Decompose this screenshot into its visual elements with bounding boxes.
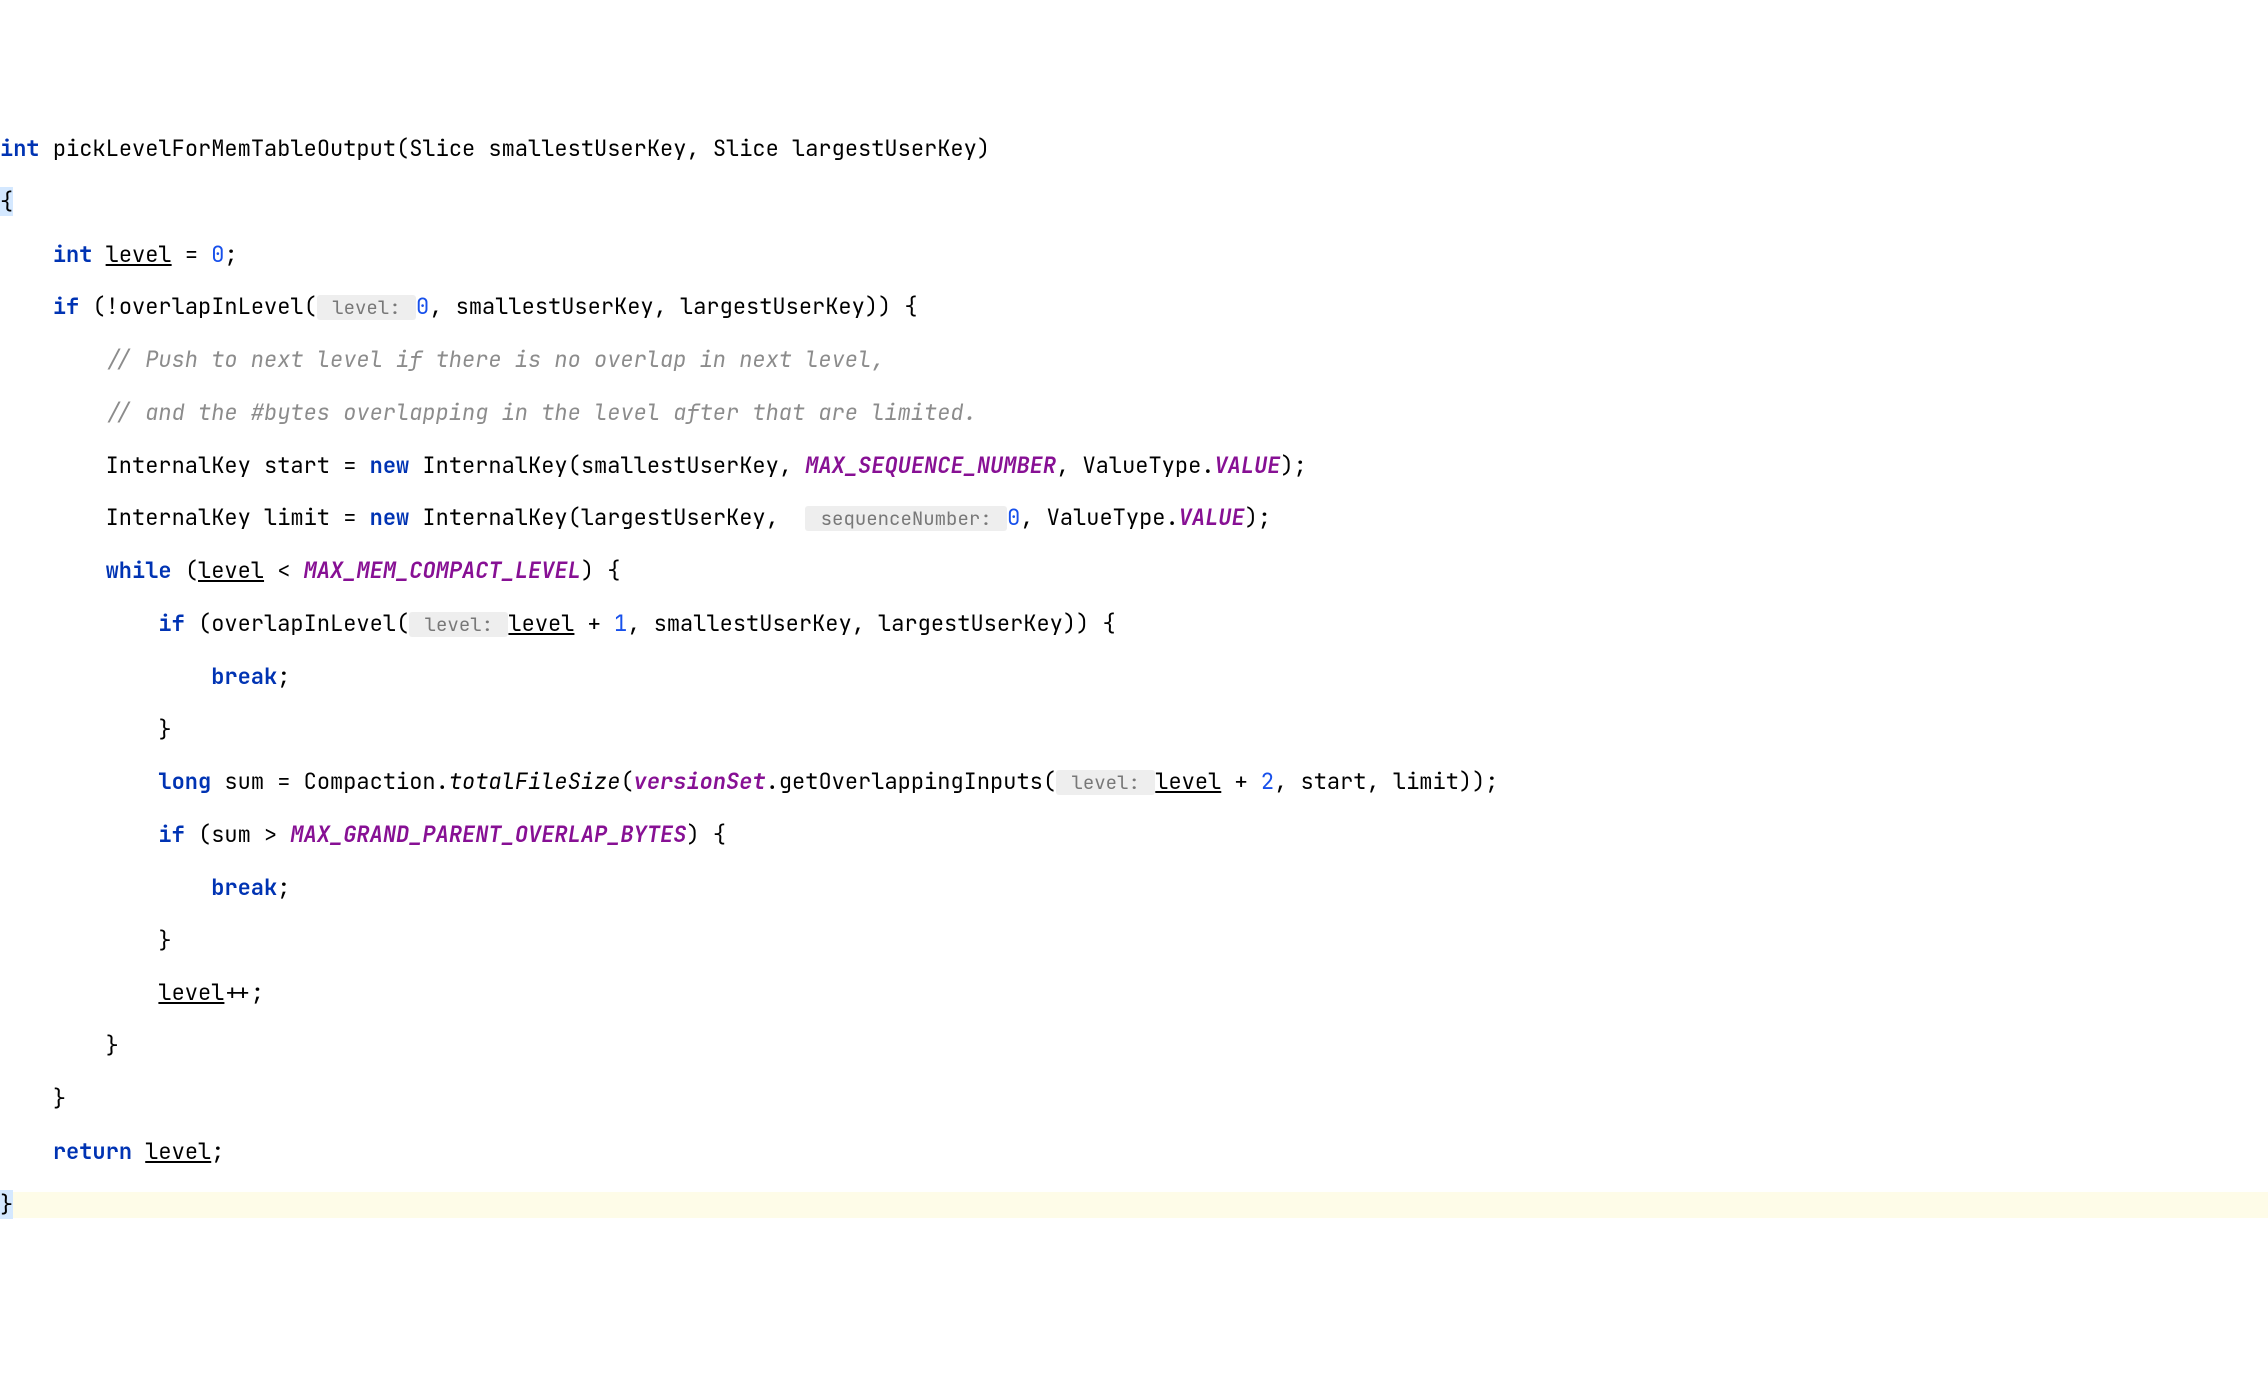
code-line[interactable]: InternalKey limit = new InternalKey(larg… — [0, 505, 2268, 531]
parameter-hint: level: — [409, 612, 508, 637]
text: ( — [620, 767, 633, 796]
text: ++; — [224, 978, 264, 1007]
keyword-return: return — [53, 1137, 132, 1166]
code-line-active[interactable]: } — [0, 1192, 2268, 1218]
code-line[interactable]: { — [0, 189, 2268, 215]
text: , ValueType. — [1020, 503, 1178, 532]
semicolon: ; — [224, 240, 237, 269]
semicolon: ; — [277, 662, 290, 691]
variable-level: level — [106, 240, 172, 269]
text: ); — [1280, 451, 1306, 480]
code-line[interactable]: } — [0, 717, 2268, 743]
code-line[interactable]: break; — [0, 664, 2268, 690]
comment: // and the #bytes overlapping in the lev… — [106, 398, 977, 427]
parameter-hint: sequenceNumber: — [805, 506, 1007, 531]
text: sum = Compaction. — [211, 767, 449, 796]
code-line[interactable]: level++; — [0, 980, 2268, 1006]
code-line[interactable]: return level; — [0, 1139, 2268, 1165]
code-editor[interactable]: int pickLevelForMemTableOutput(Slice sma… — [0, 110, 2268, 1245]
text — [132, 1137, 145, 1166]
variable-level: level — [508, 609, 574, 638]
text: ); — [1245, 503, 1271, 532]
text: < — [264, 556, 304, 585]
keyword-new: new — [370, 503, 410, 532]
text: InternalKey start = — [106, 451, 370, 480]
brace-close: } — [106, 1031, 119, 1060]
variable-level: level — [158, 978, 224, 1007]
text: , start, limit)); — [1274, 767, 1498, 796]
code-line[interactable]: } — [0, 1086, 2268, 1112]
keyword-if: if — [53, 292, 79, 321]
keyword-if: if — [158, 820, 184, 849]
keyword-break: break — [211, 662, 277, 691]
keyword-break: break — [211, 873, 277, 902]
brace-close-highlighted: } — [0, 1190, 13, 1219]
semicolon: ; — [211, 1137, 224, 1166]
number-literal: 2 — [1261, 767, 1274, 796]
text: , ValueType. — [1056, 451, 1214, 480]
constant: MAX_MEM_COMPACT_LEVEL — [304, 556, 581, 585]
keyword-while: while — [106, 556, 172, 585]
keyword-int: int — [53, 240, 93, 269]
parameter-hint: level: — [317, 295, 416, 320]
code-line[interactable]: // Push to next level if there is no ove… — [0, 347, 2268, 373]
number-literal: 1 — [614, 609, 627, 638]
semicolon: ; — [277, 873, 290, 902]
text: .getOverlappingInputs( — [766, 767, 1056, 796]
keyword-new: new — [370, 451, 410, 480]
code-line[interactable]: if (overlapInLevel( level: level + 1, sm… — [0, 611, 2268, 637]
code-line[interactable]: InternalKey start = new InternalKey(smal… — [0, 453, 2268, 479]
params: (Slice smallestUserKey, Slice largestUse… — [396, 134, 990, 163]
text: = — [172, 240, 212, 269]
text: InternalKey(largestUserKey, — [409, 503, 792, 532]
text: InternalKey(smallestUserKey, — [409, 451, 805, 480]
text: + — [1221, 767, 1261, 796]
code-line[interactable]: // and the #bytes overlapping in the lev… — [0, 400, 2268, 426]
text: ( — [172, 556, 198, 585]
keyword-int: int — [0, 134, 40, 163]
static-method: totalFileSize — [449, 767, 621, 796]
text: InternalKey limit = — [106, 503, 370, 532]
enum-value: VALUE — [1214, 451, 1280, 480]
code-line[interactable]: break; — [0, 875, 2268, 901]
number-literal: 0 — [1007, 503, 1020, 532]
code-line[interactable]: int level = 0; — [0, 242, 2268, 268]
code-line[interactable]: } — [0, 1033, 2268, 1059]
comment: // Push to next level if there is no ove… — [106, 345, 885, 374]
text: (sum > — [185, 820, 291, 849]
constant: MAX_GRAND_PARENT_OVERLAP_BYTES — [290, 820, 686, 849]
text: (!overlapInLevel( — [79, 292, 317, 321]
variable-level: level — [145, 1137, 211, 1166]
text: , smallestUserKey, largestUserKey)) { — [429, 292, 917, 321]
code-line[interactable]: while (level < MAX_MEM_COMPACT_LEVEL) { — [0, 558, 2268, 584]
keyword-if: if — [158, 609, 184, 638]
number-literal: 0 — [416, 292, 429, 321]
code-line[interactable]: long sum = Compaction.totalFileSize(vers… — [0, 769, 2268, 795]
variable-level: level — [1155, 767, 1221, 796]
text: , smallestUserKey, largestUserKey)) { — [627, 609, 1115, 638]
method-name: pickLevelForMemTableOutput — [53, 134, 396, 163]
parameter-hint: level: — [1056, 770, 1155, 795]
code-line[interactable]: if (sum > MAX_GRAND_PARENT_OVERLAP_BYTES… — [0, 822, 2268, 848]
code-line[interactable]: if (!overlapInLevel( level: 0, smallestU… — [0, 294, 2268, 320]
text: ) { — [686, 820, 726, 849]
constant: MAX_SEQUENCE_NUMBER — [805, 451, 1056, 480]
text: ) { — [581, 556, 621, 585]
text: (overlapInLevel( — [185, 609, 409, 638]
text: + — [574, 609, 614, 638]
brace-close: } — [53, 1084, 66, 1113]
number-literal: 0 — [211, 240, 224, 269]
code-line[interactable]: } — [0, 928, 2268, 954]
enum-value: VALUE — [1179, 503, 1245, 532]
code-line[interactable]: int pickLevelForMemTableOutput(Slice sma… — [0, 136, 2268, 162]
brace-close: } — [158, 926, 171, 955]
brace-open-highlighted: { — [0, 187, 13, 216]
field-ref: versionSet — [634, 767, 766, 796]
variable-level: level — [198, 556, 264, 585]
brace-close: } — [158, 715, 171, 744]
keyword-long: long — [158, 767, 211, 796]
